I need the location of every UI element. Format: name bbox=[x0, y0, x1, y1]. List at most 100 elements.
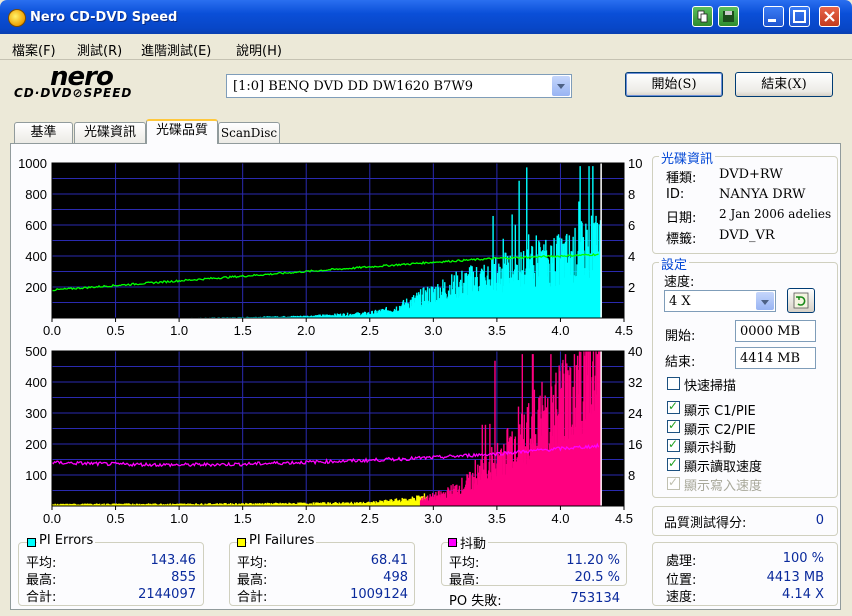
show-jitter-label: 顯示抖動 bbox=[684, 441, 737, 456]
quality-score-value: 0 bbox=[815, 513, 824, 528]
read-speed-value: 4.14 X bbox=[782, 587, 824, 602]
x-tick-label: 1.0 bbox=[170, 511, 188, 526]
y-tick-label-left: 400 bbox=[25, 249, 47, 264]
disc-label-label: 標籤: bbox=[666, 232, 697, 247]
show-c1-pie-label: 顯示 C1/PIE bbox=[684, 404, 756, 419]
minimize-to-tray-icon[interactable] bbox=[692, 6, 713, 27]
disc-info-title: 光碟資訊 bbox=[659, 148, 716, 167]
process-label: 處理: bbox=[666, 554, 697, 569]
po-failures-value: 753134 bbox=[570, 591, 620, 606]
save-icon[interactable] bbox=[718, 6, 739, 27]
x-tick-label: 0.0 bbox=[43, 323, 61, 338]
quality-score-label: 品質測試得分: bbox=[664, 516, 747, 531]
y-tick-label-left: 200 bbox=[25, 280, 47, 295]
start-input[interactable]: 0000 MB bbox=[735, 320, 816, 342]
pi-failures-chart: 0.0 0.5 1.0 1.5 2.0 2.5 3.0 3.5 4.0 4.5 500 400 300 2… bbox=[25, 344, 642, 526]
menu-help[interactable]: 說明(H) bbox=[236, 40, 282, 59]
jitter-avg-value: 11.20 % bbox=[566, 553, 620, 568]
x-tick-label: 3.5 bbox=[488, 511, 506, 526]
pi-errors-total-label: 合計: bbox=[26, 590, 57, 605]
window-title: Nero CD-DVD Speed bbox=[30, 10, 178, 25]
speed-select[interactable]: 4 X bbox=[664, 290, 776, 312]
process-value: 100 % bbox=[782, 551, 824, 566]
jitter-max-value: 20.5 % bbox=[574, 570, 620, 585]
menu-file[interactable]: 檔案(F) bbox=[12, 40, 56, 59]
po-failures-label: PO 失敗: bbox=[449, 594, 502, 609]
pi-errors-chart: 0.0 0.5 1.0 1.5 2.0 2.5 3.0 3.5 4.0 4.5 1000 800 600… bbox=[18, 156, 642, 338]
x-tick-label: 3.5 bbox=[488, 323, 506, 338]
x-tick-label: 2.5 bbox=[361, 323, 379, 338]
show-write-speed-label: 顯示寫入速度 bbox=[684, 479, 763, 494]
y-tick-label-right: 40 bbox=[628, 344, 642, 359]
show-write-speed-checkbox bbox=[667, 475, 680, 490]
pi-errors-avg-value: 143.46 bbox=[150, 553, 197, 568]
end-input[interactable]: 4414 MB bbox=[735, 347, 816, 369]
y-tick-label-left: 100 bbox=[25, 468, 47, 483]
y-tick-label-left: 200 bbox=[25, 437, 47, 452]
disc-type-value: DVD+RW bbox=[719, 167, 783, 182]
disc-id-label: ID: bbox=[666, 187, 685, 202]
exit-button[interactable]: 結束(X) bbox=[735, 72, 833, 97]
chevron-down-icon[interactable] bbox=[552, 76, 570, 96]
tab-benchmark[interactable]: 基準 bbox=[14, 122, 73, 143]
y-tick-label-right: 8 bbox=[628, 187, 635, 202]
tab-scandisc[interactable]: ScanDisc bbox=[218, 122, 280, 143]
x-tick-label: 1.5 bbox=[234, 511, 252, 526]
x-tick-label: 3.0 bbox=[424, 511, 442, 526]
app-icon bbox=[8, 9, 26, 27]
menu-divider bbox=[0, 59, 852, 60]
y-tick-label-right: 16 bbox=[628, 437, 642, 452]
pi-failures-title: PI Failures bbox=[247, 533, 317, 548]
x-tick-label: 1.0 bbox=[170, 323, 188, 338]
refresh-icon bbox=[793, 292, 809, 309]
show-jitter-checkbox[interactable] bbox=[667, 437, 680, 452]
pi-failures-max-value: 498 bbox=[383, 570, 408, 585]
show-c1-pie-checkbox[interactable] bbox=[667, 399, 680, 414]
pi-failures-avg-value: 68.41 bbox=[370, 553, 408, 568]
x-tick-label: 3.0 bbox=[424, 323, 442, 338]
drive-select[interactable]: [1:0] BENQ DVD DD DW1620 B7W9 bbox=[226, 74, 572, 98]
read-speed-label: 速度: bbox=[666, 590, 697, 605]
drive-select-value: [1:0] BENQ DVD DD DW1620 B7W9 bbox=[233, 79, 473, 94]
show-read-speed-checkbox[interactable] bbox=[667, 456, 680, 471]
y-tick-label-left: 600 bbox=[25, 218, 47, 233]
pi-failures-total-value: 1009124 bbox=[350, 587, 408, 602]
maximize-button[interactable] bbox=[789, 6, 810, 27]
show-c2-pie-label: 顯示 C2/PIE bbox=[684, 423, 756, 438]
pi-errors-total-value: 2144097 bbox=[138, 587, 196, 602]
minimize-button[interactable] bbox=[763, 6, 784, 27]
pi-errors-legend-swatch bbox=[27, 538, 36, 547]
x-tick-label: 4.0 bbox=[551, 323, 569, 338]
chevron-down-icon[interactable] bbox=[756, 292, 774, 310]
x-tick-label: 1.5 bbox=[234, 323, 252, 338]
menu-advanced[interactable]: 進階測試(E) bbox=[141, 40, 211, 59]
position-value: 4413 MB bbox=[766, 570, 824, 585]
pi-errors-max-value: 855 bbox=[171, 570, 196, 585]
y-tick-label-left: 500 bbox=[25, 344, 47, 359]
y-tick-label-left: 300 bbox=[25, 406, 47, 421]
y-tick-label-right: 6 bbox=[628, 218, 635, 233]
y-tick-label-right: 2 bbox=[628, 280, 635, 295]
y-tick-label-right: 4 bbox=[628, 249, 635, 264]
jitter-legend-swatch bbox=[448, 538, 457, 547]
start-button[interactable]: 開始(S) bbox=[625, 72, 723, 97]
pi-errors-title: PI Errors bbox=[37, 533, 96, 548]
menu-test[interactable]: 測試(R) bbox=[77, 40, 122, 59]
cd-dvd-speed-logo: CD·DVD⊘SPEED bbox=[14, 86, 133, 100]
jitter-max-label: 最高: bbox=[449, 573, 480, 588]
x-tick-label: 4.0 bbox=[551, 511, 569, 526]
x-tick-label: 0.0 bbox=[43, 511, 61, 526]
quick-scan-checkbox[interactable] bbox=[667, 377, 680, 390]
show-c2-pie-checkbox[interactable] bbox=[667, 418, 680, 433]
disc-date-value: 2 Jan 2006 adelies bbox=[719, 207, 832, 221]
tab-disc-info[interactable]: 光碟資訊 bbox=[74, 122, 146, 143]
y-tick-label-left: 800 bbox=[25, 187, 47, 202]
x-tick-label: 2.0 bbox=[297, 511, 315, 526]
quick-scan-label: 快速掃描 bbox=[684, 379, 737, 394]
disc-date-label: 日期: bbox=[666, 211, 697, 226]
x-tick-label: 2.0 bbox=[297, 323, 315, 338]
refresh-button[interactable] bbox=[787, 288, 815, 313]
tab-disc-quality[interactable]: 光碟品質 bbox=[146, 119, 218, 144]
y-tick-label-right: 32 bbox=[628, 375, 642, 390]
close-button[interactable] bbox=[819, 6, 840, 27]
